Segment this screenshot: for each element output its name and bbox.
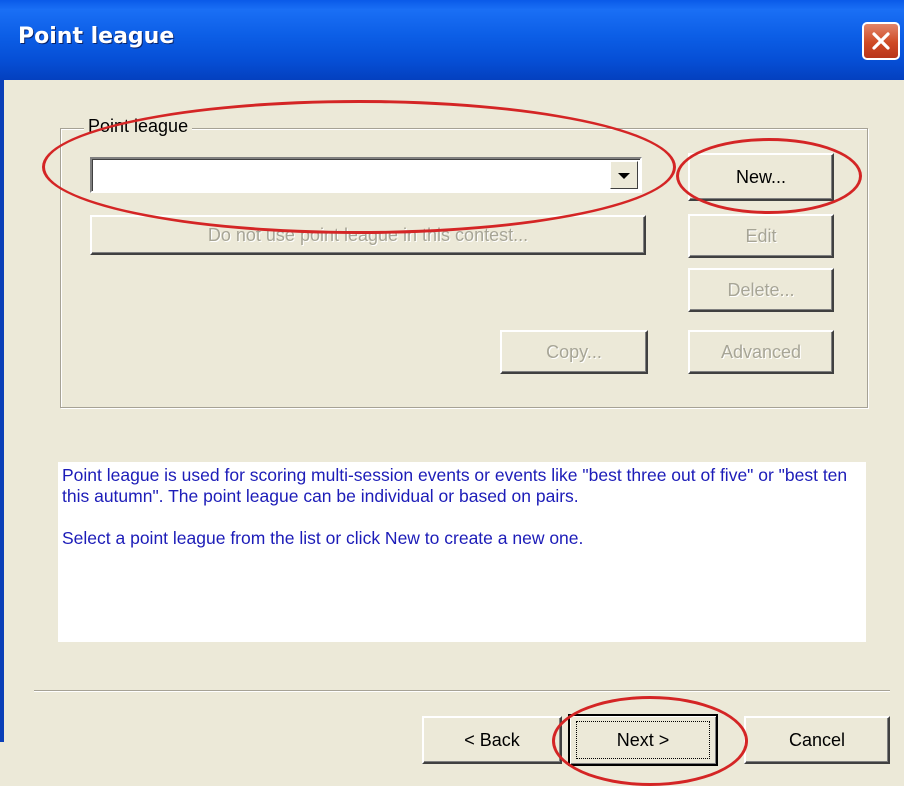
chevron-down-icon[interactable] [610,161,638,189]
point-league-dialog: Point league Point league Do not use poi… [0,0,904,786]
info-paragraph-1: Point league is used for scoring multi-s… [62,465,848,506]
advanced-button[interactable]: Advanced [688,330,834,374]
edit-button[interactable]: Edit [688,214,834,258]
close-button[interactable] [862,22,900,60]
focus-rectangle [576,721,710,759]
info-panel: Point league is used for scoring multi-s… [58,462,866,642]
close-icon [872,32,890,50]
title-bar[interactable]: Point league [0,0,904,80]
next-button[interactable]: Next > [568,714,718,766]
window-left-edge [0,80,4,786]
point-league-combobox[interactable] [90,157,642,193]
copy-button[interactable]: Copy... [500,330,648,374]
back-button[interactable]: < Back [422,716,562,764]
info-paragraph-2: Select a point league from the list or c… [62,528,584,548]
cancel-button[interactable]: Cancel [744,716,890,764]
footer-separator [34,690,890,692]
window-title: Point league [18,24,175,49]
new-button[interactable]: New... [688,153,834,201]
do-not-use-button[interactable]: Do not use point league in this contest.… [90,215,646,255]
delete-button[interactable]: Delete... [688,268,834,312]
window-edge-notch [0,742,4,786]
group-label: Point league [84,116,193,137]
